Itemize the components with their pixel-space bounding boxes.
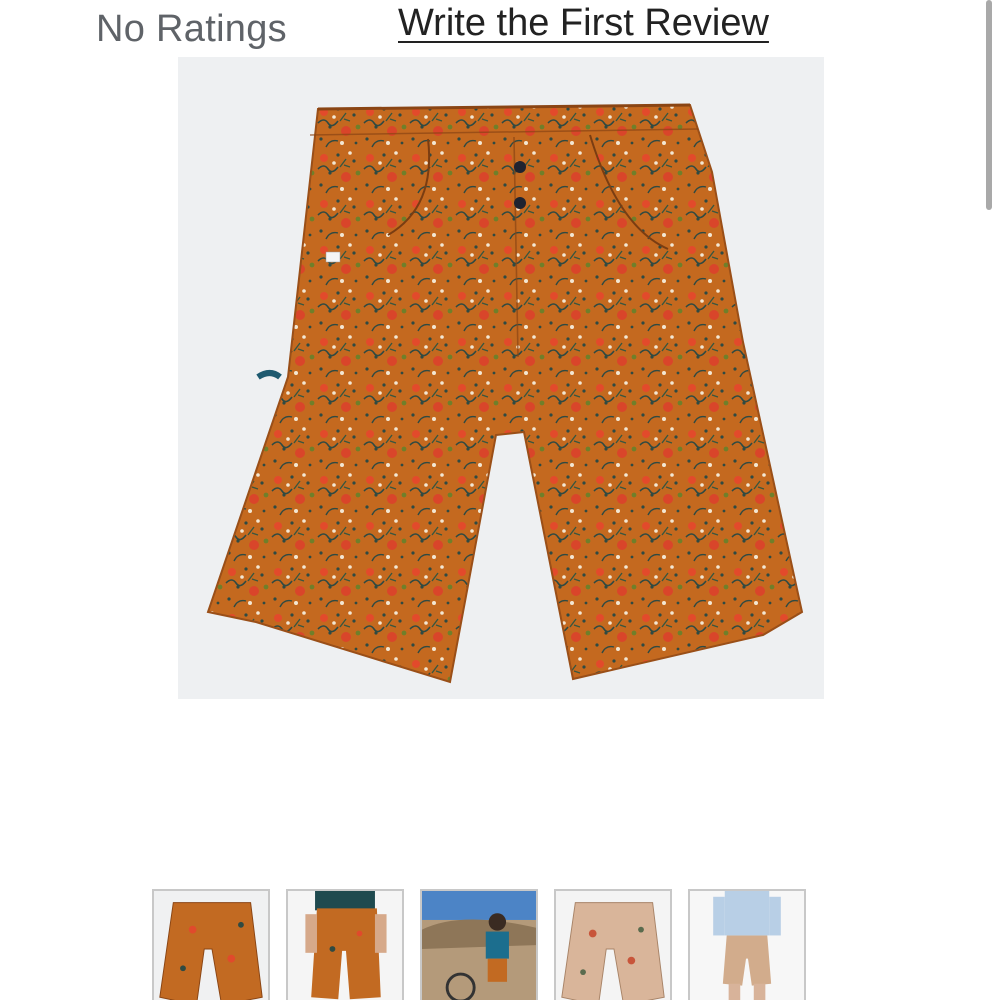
- thumbnail-3[interactable]: [420, 889, 538, 1000]
- model-light-shirt-thumb: [690, 891, 804, 1000]
- thumbnail-2[interactable]: [286, 889, 404, 1000]
- orange-floral-shorts-photo: [178, 57, 824, 699]
- orange-floral-shorts-thumb: [154, 891, 268, 1000]
- thumbnail-4[interactable]: [554, 889, 672, 1000]
- model-wearing-shorts-thumb: [288, 891, 402, 1000]
- ratings-status: No Ratings: [96, 8, 287, 50]
- product-main-image[interactable]: [178, 57, 824, 699]
- scrollbar[interactable]: [986, 0, 992, 210]
- write-first-review-link[interactable]: Write the First Review: [398, 2, 769, 45]
- thumbnail-5[interactable]: [688, 889, 806, 1000]
- thumbnail-strip: [152, 889, 812, 1000]
- rider-outdoor-thumb: [422, 891, 536, 1000]
- thumbnail-1[interactable]: [152, 889, 270, 1000]
- tan-floral-shorts-thumb: [556, 891, 670, 1000]
